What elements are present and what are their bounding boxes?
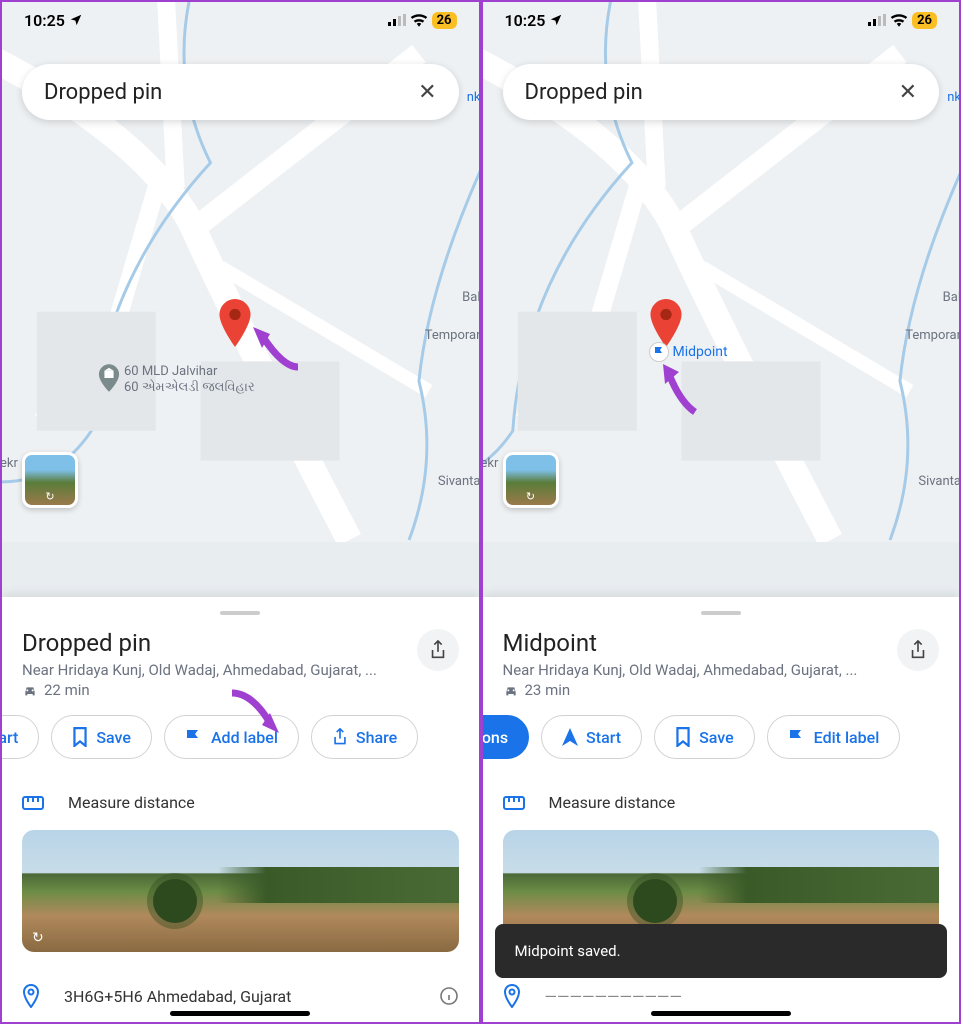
start-chip[interactable]: tart	[0, 715, 39, 759]
share-icon	[332, 728, 348, 746]
battery-level: 26	[432, 12, 457, 29]
poi-name: 60 MLD Jalvihar	[124, 364, 255, 380]
map-label: Bal	[943, 290, 961, 305]
start-chip[interactable]: Start	[541, 715, 642, 759]
poi-name-alt: 60 એમએલડી જલવિહાર	[124, 380, 255, 396]
share-button[interactable]	[897, 629, 939, 671]
save-chip[interactable]: Save	[51, 715, 152, 759]
map-label: Temporar	[905, 328, 961, 343]
bookmark-icon	[675, 727, 691, 747]
car-icon	[22, 683, 38, 697]
map-label: Sivanta	[438, 474, 481, 489]
map-label: ekr	[0, 456, 18, 471]
share-button[interactable]	[417, 629, 459, 671]
map-label: Sivanta	[918, 474, 961, 489]
car-icon	[503, 683, 519, 697]
streetview-image[interactable]	[22, 830, 459, 952]
eta-text: 22 min	[44, 681, 90, 699]
saved-flag-icon	[649, 342, 669, 362]
measure-distance-row[interactable]: Measure distance	[483, 775, 960, 830]
navigate-icon	[562, 728, 578, 746]
cellular-icon	[868, 14, 886, 26]
saved-place-label[interactable]: Midpoint	[649, 342, 728, 362]
home-indicator[interactable]	[651, 1011, 791, 1016]
streetview-thumbnail[interactable]	[22, 452, 78, 508]
wifi-icon	[890, 13, 908, 27]
place-address: Near Hridaya Kunj, Old Wadaj, Ahmedabad,…	[503, 661, 888, 679]
map-label: nk	[947, 90, 961, 105]
map-label: Temporar	[425, 328, 481, 343]
close-icon[interactable]: ✕	[899, 80, 917, 105]
search-input[interactable]	[44, 80, 418, 105]
measure-distance-row[interactable]: Measure distance	[2, 775, 479, 830]
eta-text: 23 min	[525, 681, 571, 699]
battery-level: 26	[912, 12, 937, 29]
flag-icon	[788, 728, 806, 746]
poi-marker-icon	[98, 364, 120, 392]
search-bar[interactable]: ✕	[22, 64, 459, 120]
pin-outline-icon	[22, 984, 40, 1008]
status-bar: 10:25 26	[2, 2, 479, 38]
annotation-arrow-icon	[248, 322, 308, 377]
flag-icon	[185, 728, 203, 746]
streetview-thumbnail[interactable]	[503, 452, 559, 508]
home-indicator[interactable]	[170, 1011, 310, 1016]
place-title: Midpoint	[503, 629, 888, 657]
map-label: nk	[467, 90, 481, 105]
share-icon	[909, 640, 927, 660]
place-sheet[interactable]: Dropped pin Near Hridaya Kunj, Old Wadaj…	[2, 597, 479, 1022]
info-icon[interactable]	[439, 986, 459, 1006]
drag-handle[interactable]	[701, 611, 741, 615]
drag-handle[interactable]	[220, 611, 260, 615]
bookmark-icon	[72, 727, 88, 747]
toast: Midpoint saved.	[495, 924, 948, 978]
status-time: 10:25	[24, 11, 65, 30]
share-chip[interactable]: Share	[311, 715, 418, 759]
ruler-icon	[22, 795, 44, 811]
cellular-icon	[388, 14, 406, 26]
pin-outline-icon	[503, 984, 521, 1008]
place-title: Dropped pin	[22, 629, 407, 657]
map-label: ekr	[481, 456, 499, 471]
location-arrow-icon	[69, 13, 83, 27]
annotation-arrow-icon	[655, 362, 710, 422]
poi-label[interactable]: 60 MLD Jalvihar 60 એમએલડી જલવિહાર	[98, 364, 255, 395]
map-label: Bal	[462, 290, 480, 305]
status-bar: 10:25 26	[483, 2, 960, 38]
share-icon	[429, 640, 447, 660]
location-arrow-icon	[549, 13, 563, 27]
dropped-pin-icon[interactable]	[218, 299, 252, 347]
search-bar[interactable]: ✕	[503, 64, 940, 120]
ruler-icon	[503, 795, 525, 811]
annotation-arrow-icon	[224, 685, 284, 737]
save-chip[interactable]: Save	[654, 715, 755, 759]
edit-label-chip[interactable]: Edit label	[767, 715, 901, 759]
directions-chip[interactable]: ections	[481, 715, 530, 759]
wifi-icon	[410, 13, 428, 27]
dropped-pin-icon[interactable]	[649, 299, 683, 347]
place-address: Near Hridaya Kunj, Old Wadaj, Ahmedabad,…	[22, 661, 407, 679]
close-icon[interactable]: ✕	[418, 80, 436, 105]
status-time: 10:25	[505, 11, 546, 30]
search-input[interactable]	[525, 80, 899, 105]
